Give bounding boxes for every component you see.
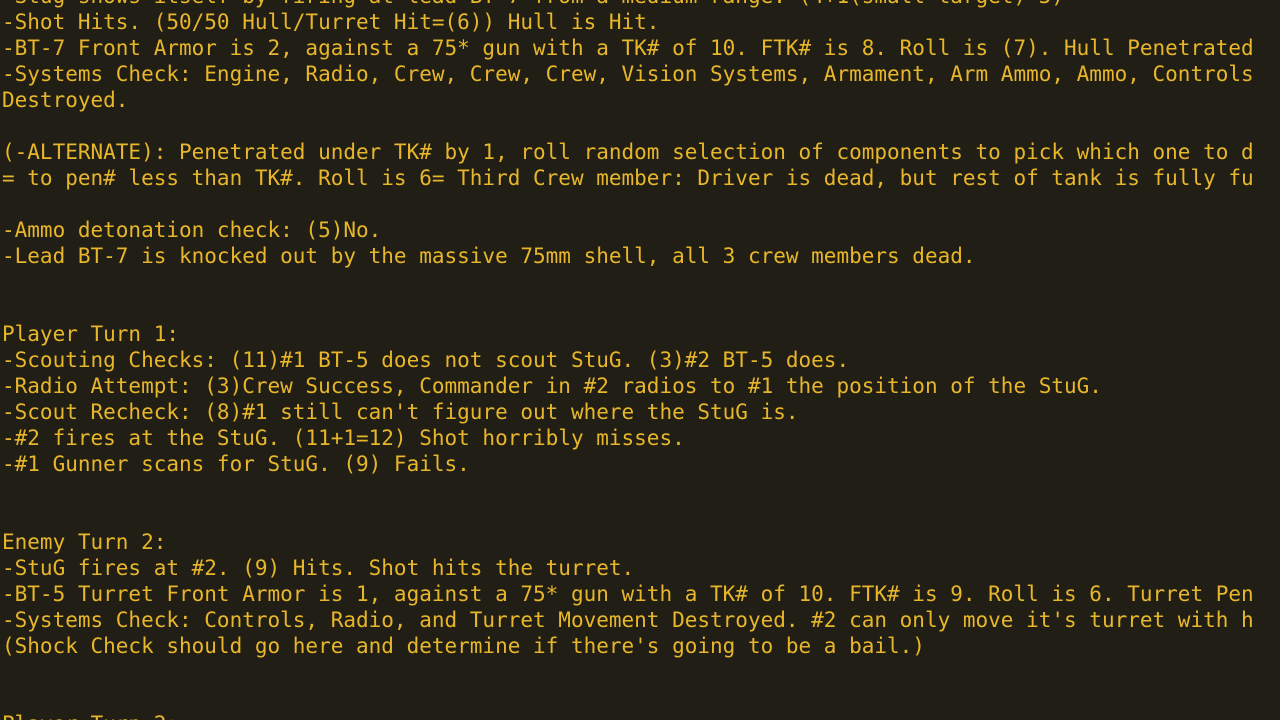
- terminal-line: -BT-7 Front Armor is 2, against a 75* gu…: [2, 36, 1254, 60]
- terminal-line: Destroyed.: [2, 88, 129, 112]
- section-heading: Enemy Turn 2:: [2, 530, 167, 554]
- terminal-window[interactable]: -Stug shows itself by firing at lead BT-…: [0, 0, 1280, 720]
- terminal-line: (-ALTERNATE): Penetrated under TK# by 1,…: [2, 140, 1254, 164]
- terminal-line: -#1 Gunner scans for StuG. (9) Fails.: [2, 452, 470, 476]
- terminal-line: -Lead BT-7 is knocked out by the massive…: [2, 244, 976, 268]
- terminal-line: -Scouting Checks: (11)#1 BT-5 does not s…: [2, 348, 850, 372]
- terminal-line: -Systems Check: Controls, Radio, and Tur…: [2, 608, 1254, 632]
- terminal-line: -Stug shows itself by firing at lead BT-…: [2, 0, 1280, 9]
- terminal-line: = to pen# less than TK#. Roll is 6= Thir…: [2, 166, 1254, 190]
- terminal-line: -#2 fires at the StuG. (11+1=12) Shot ho…: [2, 426, 685, 450]
- terminal-output: -Stug shows itself by firing at lead BT-…: [2, 0, 1280, 720]
- terminal-line: -Radio Attempt: (3)Crew Success, Command…: [2, 374, 1102, 398]
- terminal-line: -Scout Recheck: (8)#1 still can't figure…: [2, 400, 799, 424]
- section-heading: Player Turn 2:: [2, 711, 1280, 720]
- terminal-line: -BT-5 Turret Front Armor is 1, against a…: [2, 582, 1254, 606]
- terminal-line: -Ammo detonation check: (5)No.: [2, 218, 382, 242]
- terminal-line: (Shock Check should go here and determin…: [2, 634, 925, 658]
- section-heading: Player Turn 1:: [2, 322, 180, 346]
- terminal-line: -StuG fires at #2. (9) Hits. Shot hits t…: [2, 556, 635, 580]
- terminal-line: -Systems Check: Engine, Radio, Crew, Cre…: [2, 62, 1254, 86]
- terminal-line: -Shot Hits. (50/50 Hull/Turret Hit=(6)) …: [2, 10, 660, 34]
